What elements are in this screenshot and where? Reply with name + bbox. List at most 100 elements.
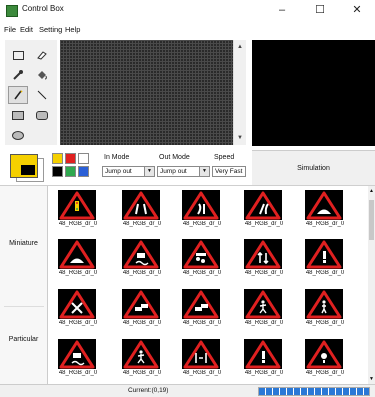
in-mode-value: Jump out bbox=[105, 168, 132, 175]
fill-tool-icon[interactable] bbox=[32, 66, 52, 84]
danger-sign-icon bbox=[305, 239, 343, 269]
sign-tile[interactable]: 48_RGB_dr_0 bbox=[52, 237, 104, 283]
sign-tile[interactable]: 48_RGB_dr_0 bbox=[116, 287, 168, 333]
sign-caption: 48_RGB_dr_0 bbox=[244, 270, 284, 276]
sign-tile[interactable]: 48_RGB_dr_0 bbox=[176, 188, 228, 234]
sign-caption: 48_RGB_dr_0 bbox=[244, 221, 284, 227]
crossroads-sign-icon bbox=[58, 289, 96, 319]
simulation-button[interactable]: Simulation bbox=[252, 150, 375, 185]
filled-rect-tool-icon[interactable] bbox=[8, 106, 28, 124]
title-bar: Control Box – ☐ ✕ bbox=[0, 0, 375, 22]
sign-caption: 48_RGB_dr_0 bbox=[182, 320, 222, 326]
pixel-canvas[interactable] bbox=[60, 40, 233, 145]
sign-tile[interactable]: 48_RGB_dr_0 bbox=[299, 237, 351, 283]
scroll-thumb[interactable] bbox=[369, 200, 374, 240]
app-icon bbox=[6, 5, 18, 17]
eraser-tool-icon[interactable] bbox=[32, 46, 52, 64]
sign-caption: 48_RGB_dr_0 bbox=[244, 370, 284, 376]
canvas-scrollbar[interactable]: ▲ ▼ bbox=[233, 40, 246, 145]
line-tool-icon[interactable] bbox=[32, 86, 52, 104]
bend-sign-icon bbox=[244, 190, 282, 220]
sign-caption: 48_RGB_dr_0 bbox=[182, 370, 222, 376]
sign-tile[interactable]: 48_RGB_dr_0 bbox=[52, 188, 104, 234]
sign-tile[interactable]: 48_RGB_dr_0 bbox=[238, 337, 290, 383]
color-indicator bbox=[21, 165, 35, 175]
status-text: Current:(0,19) bbox=[128, 387, 169, 394]
chevron-down-icon: ▼ bbox=[199, 167, 209, 176]
preview-panel bbox=[252, 40, 375, 146]
sign-caption: 48_RGB_dr_0 bbox=[182, 221, 222, 227]
current-color-swatch[interactable] bbox=[8, 152, 51, 182]
menu-help[interactable]: Help bbox=[65, 25, 80, 34]
sign-caption: 48_RGB_dr_0 bbox=[58, 270, 98, 276]
out-mode-value: Jump out bbox=[160, 168, 187, 175]
sign-tile[interactable]: 48_RGB_dr_0 bbox=[299, 287, 351, 333]
palette-color-black[interactable] bbox=[52, 166, 63, 177]
foreground-color-box[interactable] bbox=[10, 154, 38, 178]
ellipse-tool-icon[interactable] bbox=[8, 126, 28, 144]
grid-scrollbar[interactable]: ▲ ▼ bbox=[368, 186, 375, 384]
rounded-rect-tool-icon[interactable] bbox=[32, 106, 52, 124]
car-crash-sign-icon bbox=[182, 289, 220, 319]
maximize-button[interactable]: ☐ bbox=[302, 1, 338, 20]
sign-tile[interactable]: 48_RGB_dr_0 bbox=[176, 337, 228, 383]
category-sidebar: Miniature Particular bbox=[0, 186, 48, 384]
sign-tile[interactable]: 48_RGB_dr_0 bbox=[52, 337, 104, 383]
sign-caption: 48_RGB_dr_0 bbox=[58, 370, 98, 376]
sign-tile[interactable]: 48_RGB_dr_0 bbox=[116, 237, 168, 283]
road-narrows-sign-icon bbox=[122, 190, 160, 220]
progress-fill bbox=[259, 388, 369, 395]
sign-caption: 48_RGB_dr_0 bbox=[244, 320, 284, 326]
menu-setting[interactable]: Setting bbox=[39, 25, 62, 34]
rectangle-tool-icon[interactable] bbox=[8, 46, 28, 64]
pencil-tool-icon[interactable] bbox=[8, 86, 28, 104]
danger-sign-icon bbox=[244, 339, 282, 369]
simulation-label: Simulation bbox=[297, 164, 330, 172]
palette-color-red[interactable] bbox=[65, 153, 76, 164]
sign-caption: 48_RGB_dr_0 bbox=[305, 270, 345, 276]
status-bar: Current:(0,19) bbox=[0, 384, 375, 397]
scroll-up-icon[interactable]: ▲ bbox=[368, 188, 375, 194]
sign-caption: 48_RGB_dr_0 bbox=[122, 320, 162, 326]
sign-tile[interactable]: 48_RGB_dr_0 bbox=[238, 188, 290, 234]
chevron-down-icon: ▼ bbox=[144, 167, 154, 176]
sign-caption: 48_RGB_dr_0 bbox=[305, 320, 345, 326]
menu-bar: File Edit Setting Help bbox=[0, 22, 375, 36]
falling-rocks-sign-icon bbox=[182, 239, 220, 269]
sign-caption: 48_RGB_dr_0 bbox=[58, 221, 98, 227]
double-bend-sign-icon bbox=[182, 190, 220, 220]
menu-edit[interactable]: Edit bbox=[20, 25, 33, 34]
sign-tile[interactable]: 48_RGB_dr_0 bbox=[116, 188, 168, 234]
sign-tile[interactable]: 48_RGB_dr_0 bbox=[116, 337, 168, 383]
scroll-down-icon[interactable]: ▼ bbox=[368, 376, 375, 382]
narrow-bridge-sign-icon bbox=[182, 339, 220, 369]
window-title: Control Box bbox=[22, 4, 64, 13]
in-mode-select[interactable]: Jump out ▼ bbox=[102, 166, 155, 177]
palette-color-blue[interactable] bbox=[78, 166, 89, 177]
minimize-button[interactable]: – bbox=[264, 1, 300, 20]
sign-caption: 48_RGB_dr_0 bbox=[122, 370, 162, 376]
sidebar-divider bbox=[4, 306, 44, 307]
menu-file[interactable]: File bbox=[4, 25, 16, 34]
scroll-down-icon[interactable]: ▼ bbox=[234, 133, 246, 143]
speed-select[interactable]: Very Fast bbox=[212, 166, 246, 177]
sign-tile[interactable]: 48_RGB_dr_0 bbox=[52, 287, 104, 333]
sign-caption: 48_RGB_dr_0 bbox=[122, 221, 162, 227]
palette-color-white[interactable] bbox=[78, 153, 89, 164]
tab-miniature[interactable]: Miniature bbox=[0, 240, 47, 247]
out-mode-select[interactable]: Jump out ▼ bbox=[157, 166, 210, 177]
close-button[interactable]: ✕ bbox=[339, 1, 375, 20]
palette-color-green[interactable] bbox=[65, 166, 76, 177]
warning-sign-icon bbox=[305, 339, 343, 369]
sign-tile[interactable]: 48_RGB_dr_0 bbox=[238, 237, 290, 283]
palette-color-yellow[interactable] bbox=[52, 153, 63, 164]
scroll-up-icon[interactable]: ▲ bbox=[234, 42, 246, 52]
sign-tile[interactable]: 48_RGB_dr_0 bbox=[299, 337, 351, 383]
sign-tile[interactable]: 48_RGB_dr_0 bbox=[176, 237, 228, 283]
tab-particular[interactable]: Particular bbox=[0, 336, 47, 343]
sign-tile[interactable]: 48_RGB_dr_0 bbox=[299, 188, 351, 234]
eyedropper-tool-icon[interactable] bbox=[8, 66, 28, 84]
sign-tile[interactable]: 48_RGB_dr_0 bbox=[176, 287, 228, 333]
sign-tile[interactable]: 48_RGB_dr_0 bbox=[238, 287, 290, 333]
out-mode-label: Out Mode bbox=[159, 154, 190, 161]
